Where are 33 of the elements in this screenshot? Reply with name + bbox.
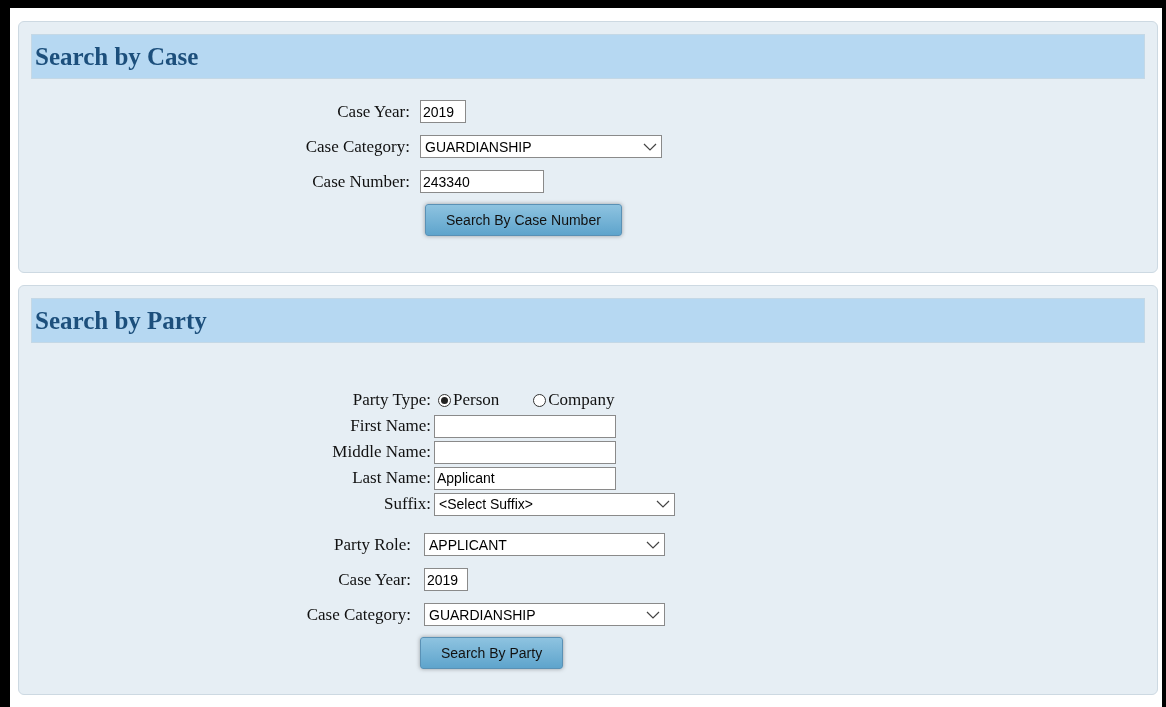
chevron-down-icon <box>646 540 660 549</box>
text-field[interactable] <box>434 440 616 464</box>
text-field[interactable]: Applicant <box>434 466 616 490</box>
text-field[interactable]: 2019 <box>420 100 466 123</box>
field-label: Case Category: <box>306 604 411 625</box>
dropdown[interactable]: GUARDIANSHIP <box>420 135 662 158</box>
radio-option[interactable]: Company <box>533 390 615 410</box>
chevron-down-icon <box>643 142 657 151</box>
field-label: Last Name: <box>352 468 431 488</box>
dropdown[interactable]: <Select Suffix> <box>434 492 675 516</box>
field-label: Party Type: <box>352 390 431 410</box>
field-label: Middle Name: <box>332 442 431 462</box>
dropdown[interactable]: APPLICANT <box>424 533 665 556</box>
chevron-down-icon <box>646 610 660 619</box>
field-label: Case Year: <box>338 569 411 590</box>
search-button[interactable]: Search By Party <box>420 636 564 669</box>
field-label: Case Category: <box>305 136 410 157</box>
field-label: Suffix: <box>384 494 431 514</box>
radio-button[interactable] <box>533 393 547 407</box>
section-header: Search by Party <box>31 298 1145 343</box>
field-label: Case Year: <box>337 101 410 122</box>
text-field[interactable]: 2019 <box>424 568 468 591</box>
field-label: Party Role: <box>334 534 411 555</box>
field-label: First Name: <box>350 416 431 436</box>
chevron-down-icon <box>656 500 670 508</box>
radio-button[interactable] <box>438 393 451 407</box>
search-button[interactable]: Search By Case Number <box>425 203 622 236</box>
section-header: Search by Case <box>31 34 1145 79</box>
dropdown[interactable]: GUARDIANSHIP <box>424 603 665 626</box>
text-field[interactable]: 243340 <box>420 170 544 193</box>
text-field[interactable] <box>434 414 616 438</box>
field-label: Case Number: <box>312 171 410 192</box>
radio-option[interactable]: Person <box>438 390 500 410</box>
